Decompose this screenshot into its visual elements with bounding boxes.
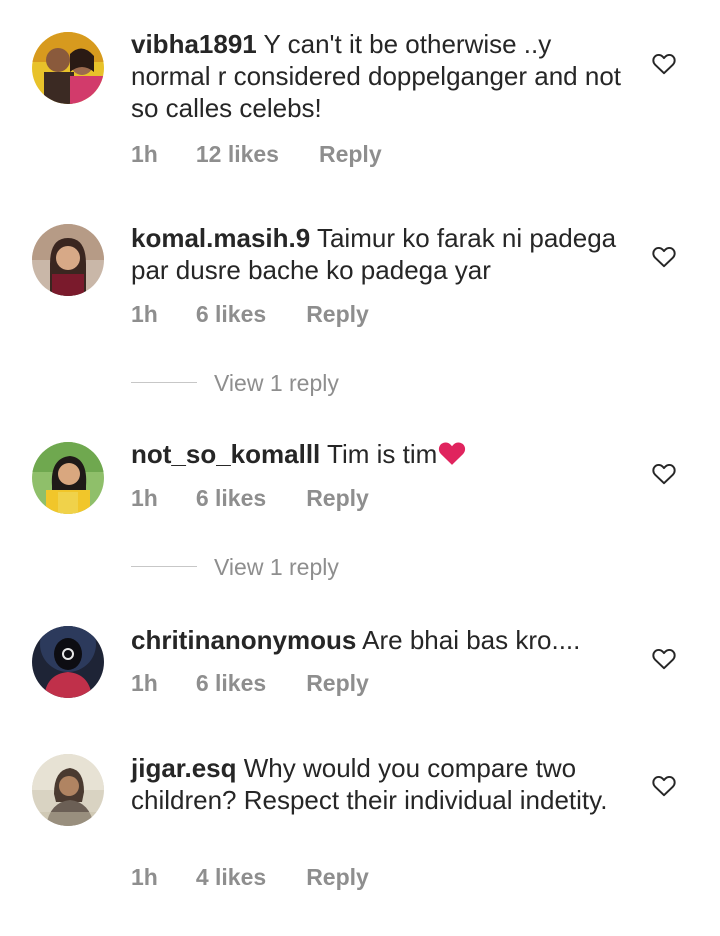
heart-outline-icon[interactable]: [651, 773, 677, 799]
comment-item: komal.masih.9 Taimur ko farak ni padega …: [0, 190, 720, 420]
comment-username[interactable]: jigar.esq: [131, 753, 237, 783]
comment-meta: 1h 6 likes Reply: [131, 484, 369, 512]
view-replies-divider: [131, 382, 197, 383]
avatar-image: [32, 224, 104, 296]
red-heart-emoji: [439, 442, 466, 465]
comment-meta: 1h 12 likes Reply: [131, 140, 382, 168]
comment-likes[interactable]: 6 likes: [196, 669, 266, 697]
comment-text: Are bhai bas kro....: [362, 625, 581, 655]
reply-button[interactable]: Reply: [306, 300, 369, 328]
comment-item: vibha1891 Y can't it be otherwise ..y no…: [0, 0, 720, 190]
comment-item: jigar.esq Why would you compare two chil…: [0, 740, 720, 936]
comment-likes[interactable]: 12 likes: [196, 140, 279, 168]
avatar-image: [32, 32, 104, 104]
heart-outline-icon[interactable]: [651, 244, 677, 270]
comment-username[interactable]: komal.masih.9: [131, 223, 310, 253]
comment-body: komal.masih.9 Taimur ko farak ni padega …: [131, 222, 631, 286]
comment-item: not_so_komalll Tim is tim 1h 6 likes Reply…: [0, 420, 720, 610]
comment-meta: 1h 6 likes Reply: [131, 300, 369, 328]
comment-time: 1h: [131, 485, 158, 511]
comment-time: 1h: [131, 141, 158, 167]
view-replies-label: View 1 reply: [214, 370, 339, 396]
avatar[interactable]: [32, 442, 104, 514]
avatar-image: [32, 626, 104, 698]
comment-body: chritinanonymous Are bhai bas kro....: [131, 624, 631, 656]
comment-item: chritinanonymous Are bhai bas kro.... 1h…: [0, 610, 720, 740]
comment-username[interactable]: not_so_komalll: [131, 439, 320, 469]
comment-time: 1h: [131, 301, 158, 327]
view-replies-label: View 1 reply: [214, 554, 339, 580]
avatar[interactable]: [32, 32, 104, 104]
comment-username[interactable]: chritinanonymous: [131, 625, 356, 655]
comment-likes[interactable]: 6 likes: [196, 484, 266, 512]
reply-button[interactable]: Reply: [306, 669, 369, 697]
heart-outline-icon[interactable]: [651, 646, 677, 672]
comment-username[interactable]: vibha1891: [131, 29, 257, 59]
comment-likes[interactable]: 4 likes: [196, 863, 266, 891]
avatar[interactable]: [32, 224, 104, 296]
comment-meta: 1h 4 likes Reply: [131, 863, 369, 891]
comment-body: vibha1891 Y can't it be otherwise ..y no…: [131, 28, 631, 124]
comment-meta: 1h 6 likes Reply: [131, 669, 369, 697]
heart-outline-icon[interactable]: [651, 51, 677, 77]
avatar-image: [32, 754, 104, 826]
reply-button[interactable]: Reply: [306, 863, 369, 891]
comment-body: not_so_komalll Tim is tim: [131, 438, 631, 470]
comment-text: Tim is tim: [327, 439, 438, 469]
comment-time: 1h: [131, 864, 158, 890]
avatar-image: [32, 442, 104, 514]
reply-button[interactable]: Reply: [319, 140, 382, 168]
avatar[interactable]: [32, 626, 104, 698]
comment-body: jigar.esq Why would you compare two chil…: [131, 752, 631, 816]
heart-outline-icon[interactable]: [651, 461, 677, 487]
view-replies-divider: [131, 566, 197, 567]
comment-time: 1h: [131, 670, 158, 696]
comment-likes[interactable]: 6 likes: [196, 300, 266, 328]
reply-button[interactable]: Reply: [306, 484, 369, 512]
avatar[interactable]: [32, 754, 104, 826]
